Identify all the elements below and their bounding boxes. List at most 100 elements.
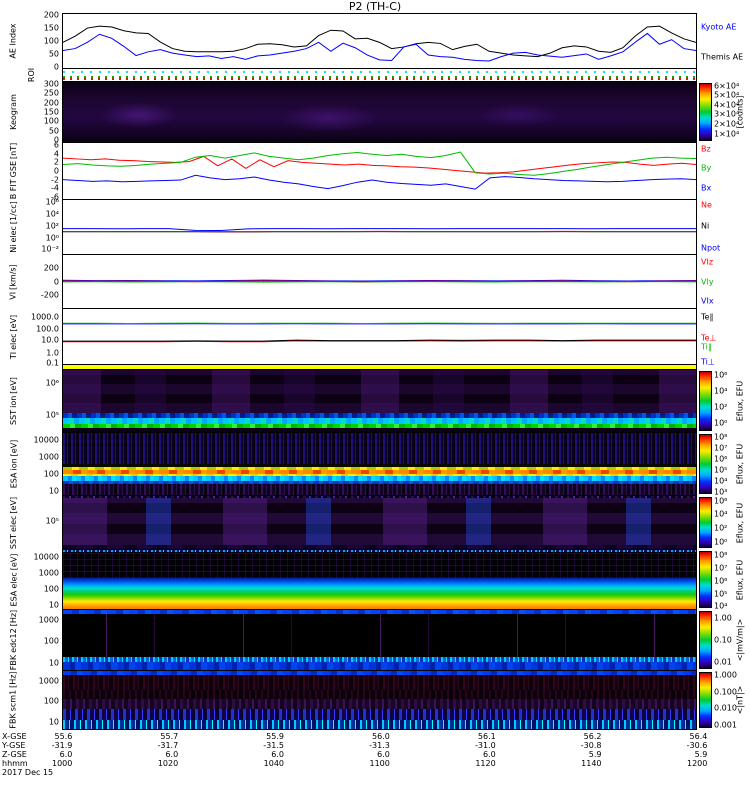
keogram-colorbar-area: 6×10⁴ 5×10⁴ 4×10⁴ 3×10⁴ 2×10⁴ 1×10⁴ [cou…	[697, 81, 750, 143]
esa-ion-colorbar-area: 10⁸ 10⁷ 10⁶ 10⁵ 10⁴ 10³ Eflux, EFU	[697, 432, 750, 496]
y-tick: 200	[43, 10, 59, 20]
legend-viz: VIz	[701, 257, 714, 267]
esa-elec-spectrogram	[62, 549, 697, 610]
esa-elec-colorbar-unit: Eflux, EFU	[735, 559, 744, 600]
y-tick: 1000.0	[31, 312, 59, 322]
sst-elec-colorbar-unit: Eflux, EFU	[735, 502, 744, 543]
colorbar-tick: 10⁸	[714, 432, 728, 442]
y-tick: 1000	[38, 568, 59, 578]
y-tick: 10	[48, 658, 59, 668]
velocity-plot-area	[62, 254, 697, 309]
y-tick: 1000	[38, 452, 59, 462]
page-title: P2 (TH-C)	[348, 0, 402, 13]
y-tick: 10⁶	[45, 378, 59, 388]
esa-elec-colorbar-area: 10⁸ 10⁷ 10⁶ 10⁵ 10⁴ Eflux, EFU	[697, 549, 750, 611]
footer-columns: 55.6 -31.9 6.0 1000 55.7 -31.7 6.0 1020 55.9…	[52, 732, 708, 778]
colorbar-tick: 10²	[714, 402, 728, 412]
bfit-legend: Bz By Bx	[697, 142, 750, 200]
esa-ion-speckle	[63, 433, 696, 464]
esa-elec-colorbar	[699, 551, 712, 608]
fbk-scm1-left-axis: FBK scm1 [Hz] 1000 100 10	[0, 670, 62, 730]
y-tick: 250	[43, 88, 59, 98]
y-tick: 100	[43, 469, 59, 479]
y-tick: 6	[53, 140, 59, 150]
esa-ion-colorbar	[699, 434, 712, 494]
sst-elec-spectrogram	[62, 495, 697, 550]
legend-vix: VIx	[701, 296, 714, 306]
colorbar-tick: 10⁸	[714, 550, 728, 560]
ae-legend: Kyoto AE Themis AE	[697, 13, 750, 69]
esa-elec-sparse-speckle	[63, 552, 696, 579]
roi-red-dashes	[63, 78, 696, 80]
sst-ion-y-axis-label: SST ion [eV]	[9, 377, 18, 425]
footer-row-labels: X-GSE Y-GSE Z-GSE hhmm 2017 Dec 15	[2, 732, 53, 777]
fbk-edc12-blue-band	[63, 662, 696, 670]
y-tick: 10⁵	[45, 410, 59, 420]
roi-cyan-dots	[63, 71, 696, 74]
y-tick: 2	[53, 157, 59, 167]
panel-esa-ion: ESA ion [eV] 10000 1000 100 10 10⁸ 10⁷ 1…	[0, 432, 750, 496]
footer-col: 55.9 -31.5 6.0 1040	[263, 732, 284, 768]
y-tick: 100	[43, 696, 59, 706]
density-legend: Ne Ni Npot	[697, 199, 750, 255]
y-tick: 10	[48, 717, 59, 727]
sst-ion-spectrogram	[62, 369, 697, 433]
y-tick: 100	[43, 636, 59, 646]
y-tick: -2	[51, 175, 59, 185]
panel-b-fit: B FIT GSE [nT] 6 4 2 0 -2 -4 -6 Bz By Bx	[0, 140, 750, 201]
footer-row-label-y: Y-GSE	[2, 741, 26, 750]
legend-ti-par: Ti∥	[701, 342, 712, 352]
density-left-axis: Ni elec [1/cc] 10⁶ 10⁴ 10² 10⁰ 10⁻²	[0, 198, 62, 255]
footer-col: 55.7 -31.7 6.0 1020	[157, 732, 179, 768]
temperature-y-axis-label: TI elec [eV]	[9, 314, 19, 359]
panel-keogram: Keogram 300 250 200 150 100 50 0 6×10⁴ 5…	[0, 79, 750, 145]
footer-axis: X-GSE Y-GSE Z-GSE hhmm 2017 Dec 15 55.6-…	[0, 732, 750, 778]
colorbar-tick: 0.01	[714, 657, 732, 667]
y-tick: -200	[40, 290, 59, 300]
legend-ne: Ne	[701, 200, 712, 210]
y-tick: 100.0	[36, 324, 59, 334]
colorbar-tick: 1.00	[714, 613, 732, 623]
bfit-plot-area	[62, 142, 697, 200]
colorbar-tick: 10⁴	[714, 476, 728, 486]
colorbar-tick: 10⁵	[714, 465, 728, 475]
y-tick: 10²	[45, 221, 59, 231]
temperature-left-axis: TI elec [eV] 1000.0 100.0 10.0 1.0 0.1	[0, 308, 62, 367]
fbk-scm1-cyan-band	[63, 720, 696, 729]
y-tick: 300	[43, 79, 59, 89]
legend-kyoto-ae: Kyoto AE	[701, 22, 737, 32]
density-line-chart	[63, 200, 696, 254]
esa-elec-left-axis: ESA elec [eV] 10000 1000 100 10	[0, 549, 62, 610]
footer-col: 56.4 -30.6 5.9 1200	[686, 732, 708, 768]
fbk-edc12-colorbar	[699, 611, 712, 669]
y-tick: 10⁻²	[41, 244, 59, 254]
esa-ion-y-axis-label: ESA ion [eV]	[9, 439, 18, 489]
y-tick: 1.0	[46, 348, 59, 358]
fbk-edc12-burst-streaks	[63, 613, 696, 657]
bfit-left-axis: B FIT GSE [nT] 6 4 2 0 -2 -4 -6	[0, 140, 62, 201]
sst-elec-colorbar	[699, 497, 712, 548]
keogram-left-axis: Keogram 300 250 200 150 100 50 0	[0, 79, 62, 145]
y-tick: 50	[48, 126, 59, 136]
legend-bz: Bz	[701, 144, 711, 154]
y-tick: 4	[53, 149, 59, 159]
colorbar-tick: 10⁰	[714, 537, 728, 547]
legend-npot: Npot	[701, 243, 721, 253]
fbk-edc12-colorbar-area: 1.00 0.10 0.01 <|mV/m|>	[697, 609, 750, 671]
fbk-edc12-spectrogram	[62, 609, 697, 671]
bfit-y-axis-label: B FIT GSE [nT]	[9, 142, 18, 200]
colorbar-tick: 0.10	[714, 635, 732, 645]
keogram-colorbar	[699, 83, 712, 141]
footer-row-label-hhmm: hhmm	[2, 759, 28, 768]
velocity-line-chart	[63, 255, 696, 308]
y-tick: 1000	[38, 615, 59, 625]
sst-elec-left-axis: SST elec [eV] 10⁵	[0, 495, 62, 550]
colorbar-tick: 10⁶	[714, 576, 728, 586]
colorbar-tick: 10⁶	[714, 454, 728, 464]
colorbar-tick: 10⁴	[714, 509, 728, 519]
legend-te-par: Te∥	[701, 312, 714, 322]
legend-bx: Bx	[701, 183, 712, 193]
footer-row-label-x: X-GSE	[2, 732, 27, 741]
bfit-line-chart	[63, 143, 696, 199]
footer-col: 55.6 -31.9 6.0 1000	[51, 732, 73, 768]
